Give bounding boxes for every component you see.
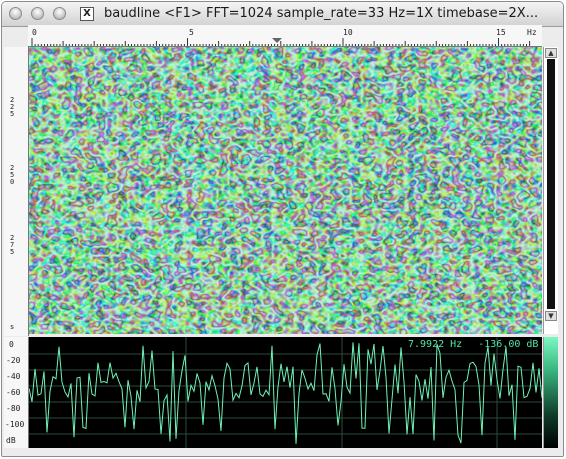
- vertical-scrollbar[interactable]: ▲ ▼: [543, 47, 558, 334]
- zoom-window-button[interactable]: [53, 7, 66, 20]
- readout-frequency: 7.9922 Hz: [408, 339, 463, 350]
- spectrum-display[interactable]: [29, 337, 542, 448]
- db-label-60: -60: [6, 388, 21, 397]
- time-label-225: 2 2 5: [10, 96, 15, 118]
- frequency-ruler[interactable]: 0 5 10 15 Hz: [28, 25, 542, 47]
- color-aperture-bar[interactable]: [543, 337, 558, 448]
- db-unit-label: dB: [6, 436, 16, 445]
- frequency-ruler-ticks: [31, 38, 531, 46]
- db-label-20: -20: [6, 356, 21, 365]
- freq-label-10: 10: [343, 28, 353, 37]
- db-label-40: -40: [6, 372, 21, 381]
- minimize-window-button[interactable]: [31, 7, 44, 20]
- scroll-down-arrow-icon[interactable]: ▼: [545, 311, 557, 321]
- db-label-100: -100: [5, 420, 25, 429]
- spectrum-trace: [29, 342, 542, 444]
- close-window-button[interactable]: [9, 7, 22, 20]
- time-ruler[interactable]: 2 2 5 2 5 0 2 7 5 s: [4, 47, 29, 336]
- title-bar[interactable]: X baudline <F1> FFT=1024 sample_rate=33 …: [2, 2, 563, 27]
- db-ruler: 0 -20 -40 -60 -80 -100 dB: [4, 337, 29, 448]
- freq-label-15: 15: [496, 28, 506, 37]
- readout-db: -136.00 dB: [478, 339, 539, 350]
- spectrogram-display[interactable]: [29, 47, 542, 334]
- x11-icon: X: [80, 7, 94, 21]
- freq-label-5: 5: [189, 28, 194, 37]
- db-label-0: 0: [9, 340, 14, 349]
- window-title: baudline <F1> FFT=1024 sample_rate=33 Hz…: [104, 6, 539, 21]
- time-label-275: 2 7 5: [10, 234, 15, 256]
- cursor-readout: 7.9922 Hz -136.00 dB: [408, 339, 538, 350]
- freq-unit-label: Hz: [527, 28, 537, 37]
- time-label-250: 2 5 0: [10, 164, 15, 186]
- db-label-80: -80: [6, 404, 21, 413]
- scroll-track[interactable]: [547, 59, 555, 309]
- time-unit-label: s: [10, 323, 15, 331]
- freq-label-0: 0: [32, 28, 37, 37]
- scroll-up-arrow-icon[interactable]: ▲: [545, 48, 557, 58]
